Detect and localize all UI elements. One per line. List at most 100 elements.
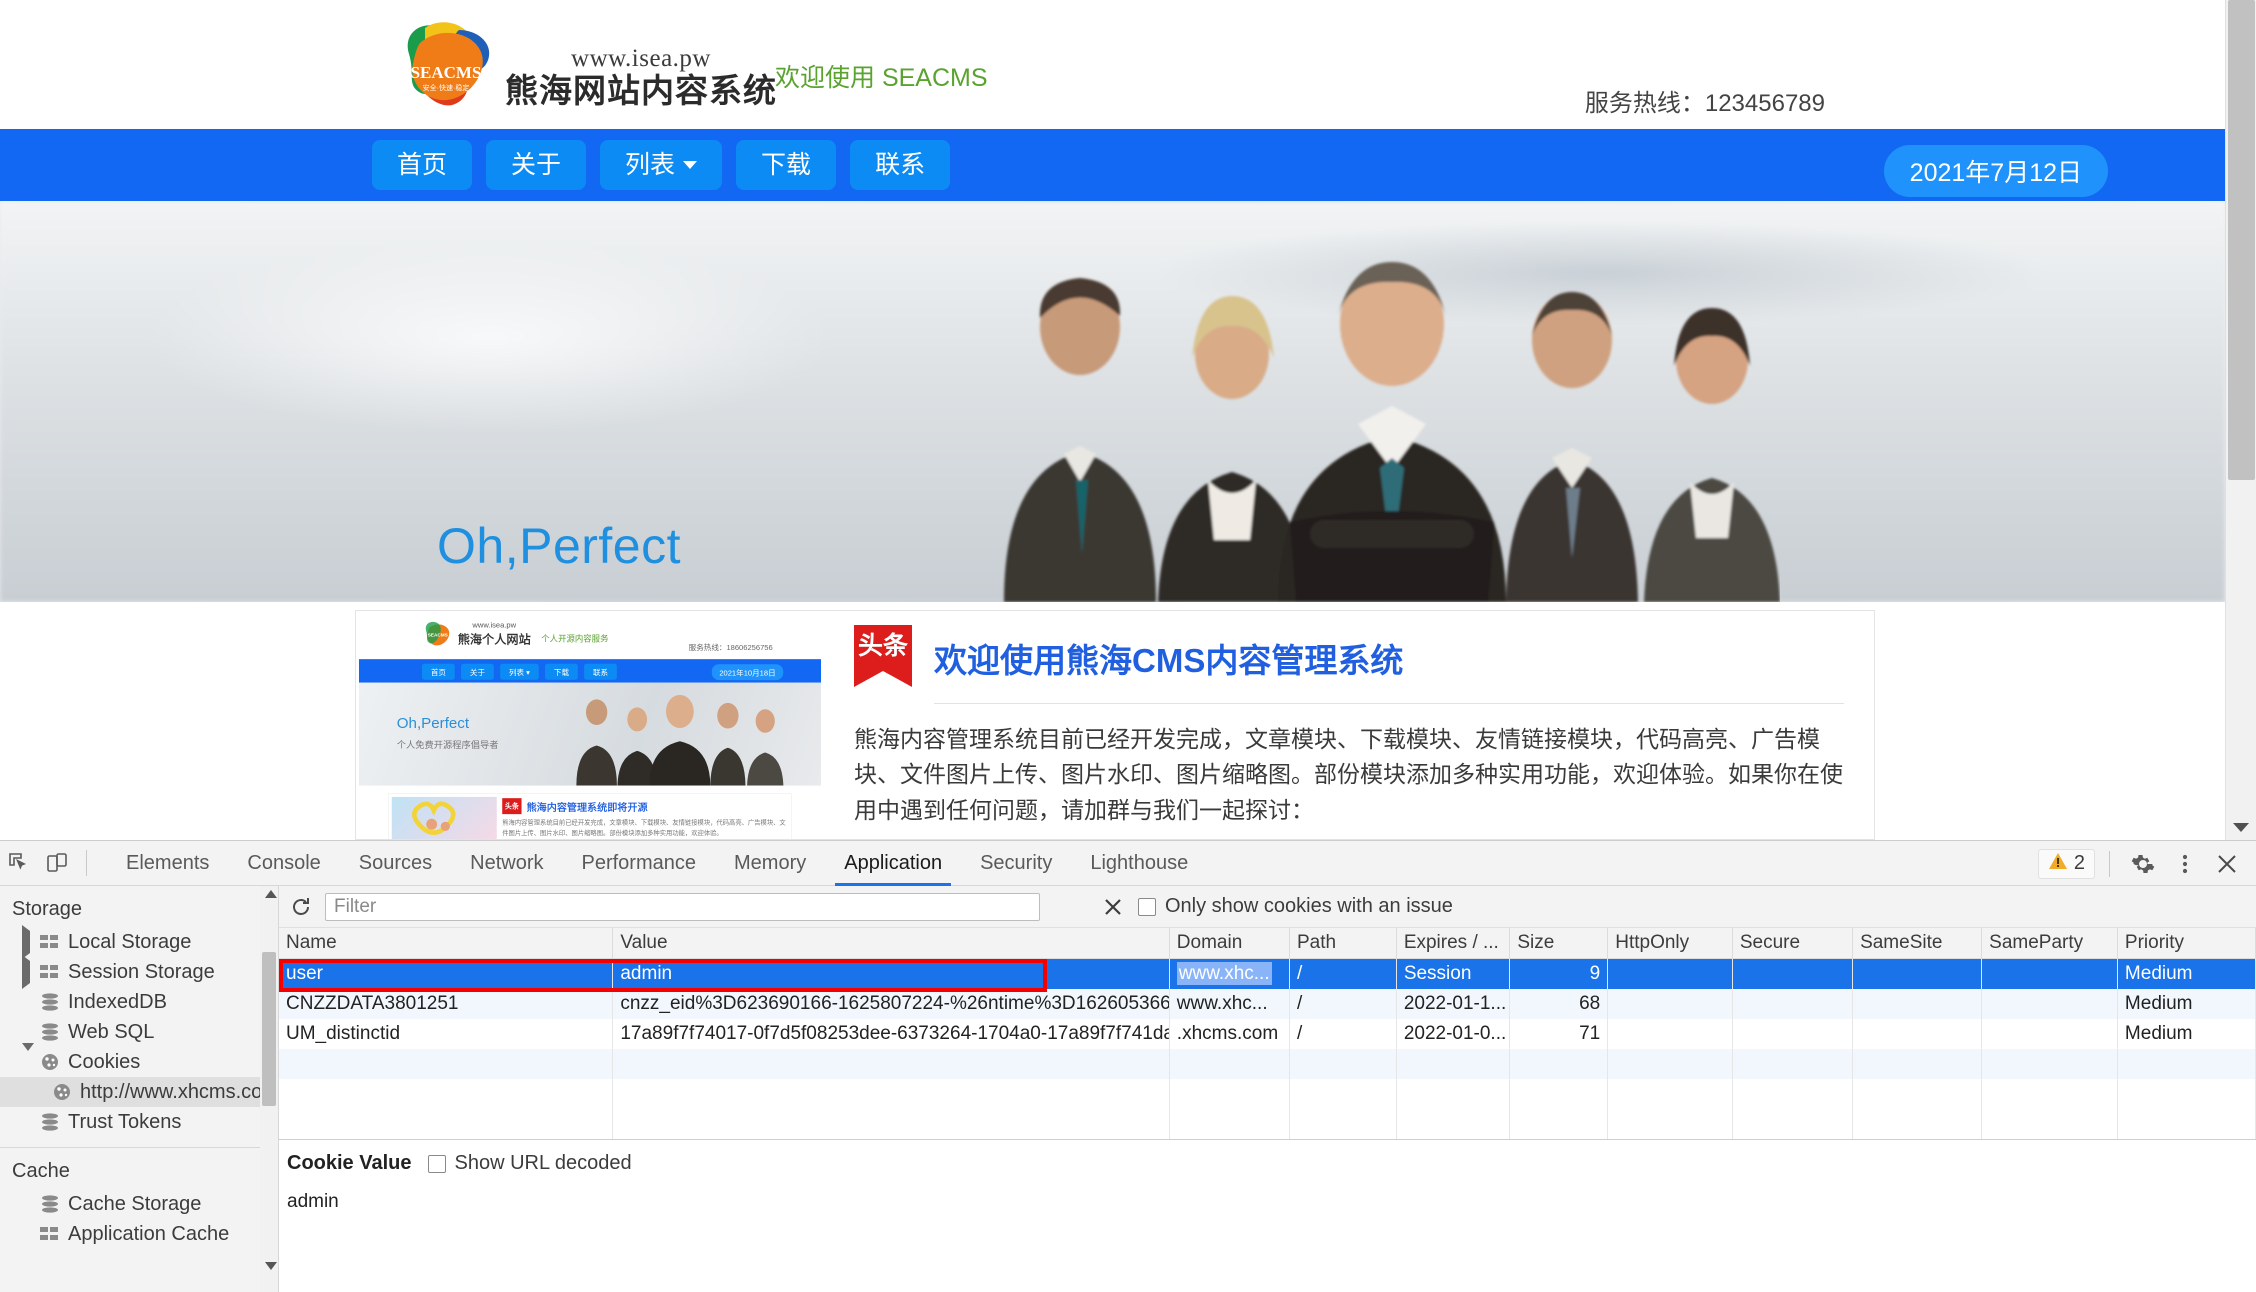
nav-item-about[interactable]: 关于 xyxy=(486,139,587,191)
scroll-down-arrow-icon[interactable] xyxy=(2233,823,2249,832)
news-title[interactable]: 欢迎使用熊海CMS内容管理系统 xyxy=(934,623,1403,681)
warnings-badge[interactable]: 2 xyxy=(2037,848,2095,879)
tab-console[interactable]: Console xyxy=(228,841,339,886)
cell-samesite[interactable] xyxy=(1852,1019,1983,1049)
clear-filter-icon[interactable] xyxy=(1098,893,1128,921)
sidebar-item-application-cache[interactable]: Application Cache xyxy=(0,1219,278,1249)
chevron-down-icon[interactable] xyxy=(22,1042,40,1074)
cell-samesite[interactable] xyxy=(1852,989,1983,1019)
news-thumbnail[interactable]: SEACMS www.isea.pw 熊海个人网站 个人开源内容服务 服务热线：… xyxy=(356,611,830,839)
cell-httponly[interactable] xyxy=(1607,989,1733,1019)
cell-path[interactable]: / xyxy=(1289,958,1397,989)
scroll-up-arrow-icon[interactable] xyxy=(265,890,277,898)
cookie-value-title: Cookie Value xyxy=(287,1152,412,1174)
column-header-domain[interactable]: Domain xyxy=(1169,928,1290,959)
only-issues-checkbox[interactable]: Only show cookies with an issue xyxy=(1138,895,1453,918)
cell-sameparty[interactable] xyxy=(1981,1019,2118,1049)
cell-sameparty[interactable] xyxy=(1981,989,2118,1019)
tab-performance[interactable]: Performance xyxy=(563,841,716,886)
column-header-path[interactable]: Path xyxy=(1289,928,1397,959)
cell-secure[interactable] xyxy=(1732,958,1854,989)
checkbox-box[interactable] xyxy=(1138,897,1156,916)
cell-domain[interactable]: www.xhc... xyxy=(1169,989,1290,1019)
cell-size[interactable]: 68 xyxy=(1509,989,1609,1019)
column-header-size[interactable]: Size xyxy=(1509,928,1609,959)
tab-elements[interactable]: Elements xyxy=(107,841,228,886)
cell-value[interactable]: 17a89f7f74017-0f7d5f08253dee-6373264-170… xyxy=(612,1019,1170,1049)
cell-sameparty[interactable] xyxy=(1981,958,2118,989)
cell-expires[interactable]: 2022-01-1... xyxy=(1396,989,1511,1019)
tab-security[interactable]: Security xyxy=(961,841,1071,886)
tab-lighthouse[interactable]: Lighthouse xyxy=(1071,841,1207,886)
chevron-right-icon[interactable] xyxy=(22,954,40,989)
cell-domain[interactable]: www.xhc... xyxy=(1169,958,1290,989)
tab-memory[interactable]: Memory xyxy=(715,841,825,886)
cell-path[interactable]: / xyxy=(1289,1019,1397,1049)
cell-expires[interactable]: Session xyxy=(1396,958,1511,989)
column-header-value[interactable]: Value xyxy=(612,928,1170,959)
refresh-icon[interactable] xyxy=(287,893,315,921)
cell-size[interactable]: 9 xyxy=(1509,958,1609,989)
cell-value[interactable]: admin xyxy=(612,958,1170,989)
grid-icon xyxy=(40,934,66,950)
sidebar-item-trust-tokens[interactable]: Trust Tokens xyxy=(0,1107,278,1137)
sidebar-scrollbar-thumb[interactable] xyxy=(262,952,276,1106)
column-header-samesite[interactable]: SameSite xyxy=(1852,928,1983,959)
cell-value[interactable]: cnzz_eid%3D623690166-1625807224-%26ntime… xyxy=(612,989,1170,1019)
gear-icon[interactable] xyxy=(2124,845,2162,883)
table-row[interactable]: CNZZDATA3801251 cnzz_eid%3D623690166-162… xyxy=(279,989,2256,1019)
date-badge[interactable]: 2021年7月12日 xyxy=(1883,145,2108,197)
cell-priority[interactable]: Medium xyxy=(2117,958,2256,989)
table-row[interactable]: user admin www.xhc... / Session 9 Medium xyxy=(279,958,2256,989)
sidebar-item-web-sql[interactable]: Web SQL xyxy=(0,1017,278,1047)
cell-name[interactable]: CNZZDATA3801251 xyxy=(279,989,614,1019)
cell-priority[interactable]: Medium xyxy=(2117,1019,2256,1049)
device-toolbar-icon[interactable] xyxy=(38,844,76,882)
column-header-httponly[interactable]: HttpOnly xyxy=(1607,928,1733,959)
sidebar-item-cookie-origin[interactable]: http://www.xhcms.com xyxy=(0,1077,278,1107)
tab-application[interactable]: Application xyxy=(825,841,961,886)
tab-network[interactable]: Network xyxy=(451,841,562,886)
cell-path[interactable]: / xyxy=(1289,989,1397,1019)
checkbox-box[interactable] xyxy=(427,1154,446,1173)
cell-expires[interactable]: 2022-01-0... xyxy=(1396,1019,1511,1049)
more-options-icon[interactable] xyxy=(2166,845,2204,883)
sidebar-item-local-storage[interactable]: Local Storage xyxy=(0,924,278,959)
cell-secure[interactable] xyxy=(1732,1019,1854,1049)
tab-sources[interactable]: Sources xyxy=(340,841,451,886)
page-scrollbar-thumb[interactable] xyxy=(2228,0,2255,480)
sidebar-item-cookies[interactable]: Cookies xyxy=(0,1042,278,1077)
cell-samesite[interactable] xyxy=(1852,958,1983,989)
nav-item-list[interactable]: 列表 xyxy=(600,139,723,191)
sidebar-scrollbar[interactable] xyxy=(260,886,278,1292)
column-header-secure[interactable]: Secure xyxy=(1732,928,1854,959)
close-icon[interactable] xyxy=(2208,845,2246,883)
page-scrollbar[interactable] xyxy=(2225,0,2256,840)
cell-secure[interactable] xyxy=(1732,989,1854,1019)
cell-priority[interactable]: Medium xyxy=(2117,989,2256,1019)
cell-name[interactable]: user xyxy=(279,958,614,989)
cell-httponly[interactable] xyxy=(1607,1019,1733,1049)
nav-item-download[interactable]: 下载 xyxy=(736,139,837,191)
chevron-right-icon[interactable] xyxy=(22,924,40,959)
cell-size[interactable]: 71 xyxy=(1509,1019,1609,1049)
nav-item-home[interactable]: 首页 xyxy=(372,139,473,191)
scroll-down-arrow-icon[interactable] xyxy=(265,1262,277,1270)
nav-item-contact[interactable]: 联系 xyxy=(850,139,951,191)
sidebar-item-session-storage[interactable]: Session Storage xyxy=(0,954,278,989)
filter-input[interactable] xyxy=(325,892,1040,921)
cell-httponly[interactable] xyxy=(1607,958,1733,989)
column-header-expires[interactable]: Expires / ... xyxy=(1396,928,1511,959)
table-row[interactable]: UM_distinctid 17a89f7f74017-0f7d5f08253d… xyxy=(279,1019,2256,1049)
cell-domain[interactable]: .xhcms.com xyxy=(1169,1019,1290,1049)
column-header-sameparty[interactable]: SameParty xyxy=(1981,928,2118,959)
sidebar-item-indexeddb[interactable]: IndexedDB xyxy=(0,987,278,1017)
site-brand[interactable]: SEACMS 安全·快速·稳定 www.isea.pw 熊海网站内容系统 xyxy=(397,20,777,114)
column-header-priority[interactable]: Priority xyxy=(2117,928,2256,959)
inspect-element-icon[interactable] xyxy=(0,844,38,882)
column-header-name[interactable]: Name xyxy=(279,928,614,959)
show-url-decoded-checkbox[interactable]: Show URL decoded xyxy=(427,1152,632,1175)
sidebar-item-cache-storage[interactable]: Cache Storage xyxy=(0,1189,278,1219)
cookie-value-header: Cookie Value Show URL decoded xyxy=(279,1152,2256,1175)
cell-name[interactable]: UM_distinctid xyxy=(279,1019,614,1049)
